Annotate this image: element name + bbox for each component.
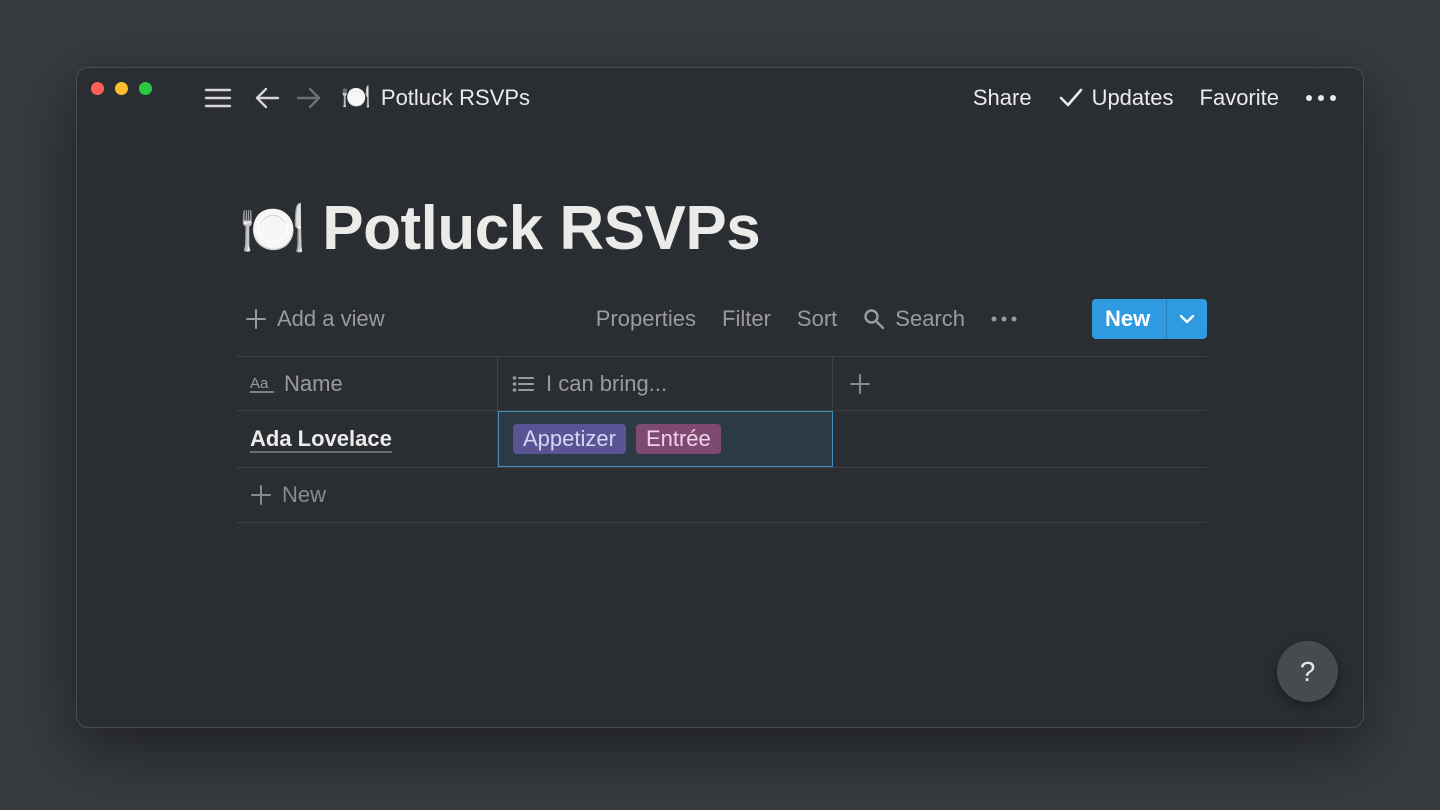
topbar-right: Share Updates Favorite xyxy=(947,82,1337,114)
page-emoji-icon[interactable]: 🍽️ xyxy=(239,202,306,256)
column-header-label: Name xyxy=(284,370,343,396)
column-header-label: I can bring... xyxy=(546,370,668,396)
check-icon xyxy=(1059,88,1082,107)
filter-button[interactable]: Filter xyxy=(722,306,771,332)
toolbar-more-button[interactable] xyxy=(991,312,1017,326)
column-header-name[interactable]: Aa Name xyxy=(236,357,498,410)
properties-button[interactable]: Properties xyxy=(596,306,696,332)
breadcrumb-emoji-icon[interactable]: 🍽️ xyxy=(341,86,371,110)
help-button[interactable]: ? xyxy=(1277,641,1338,702)
text-type-icon: Aa xyxy=(250,375,274,393)
database-toolbar: Add a view Properties Filter Sort Search… xyxy=(237,298,1207,340)
svg-text:Aa: Aa xyxy=(250,375,269,392)
new-button-group: New xyxy=(1092,299,1207,339)
topbar-left: 🍽️ Potluck RSVPs xyxy=(203,82,530,114)
search-label: Search xyxy=(895,306,965,331)
tag-appetizer: Appetizer xyxy=(513,424,626,454)
sort-button[interactable]: Sort xyxy=(797,306,837,332)
add-column-button[interactable] xyxy=(833,357,1206,410)
updates-label: Updates xyxy=(1091,85,1174,110)
app-window: 🍽️ Potluck RSVPs Share Updates Favorite … xyxy=(76,67,1364,728)
page-header: 🍽️ Potluck RSVPs xyxy=(239,193,761,264)
name-cell[interactable]: Ada Lovelace xyxy=(236,411,498,467)
add-view-button[interactable]: Add a view xyxy=(245,306,385,332)
plus-icon xyxy=(251,485,271,505)
add-row-label: New xyxy=(282,482,327,507)
table-header-row: Aa Name I can bring... xyxy=(236,356,1206,411)
new-button-dropdown[interactable] xyxy=(1167,310,1207,328)
help-question-icon: ? xyxy=(1299,655,1316,687)
plus-icon xyxy=(246,309,266,329)
favorite-button[interactable]: Favorite xyxy=(1200,85,1279,111)
search-button[interactable]: Search xyxy=(863,306,965,332)
more-options-icon xyxy=(991,316,1017,322)
toolbar-tools: Properties Filter Sort Search xyxy=(570,306,1017,332)
page-title[interactable]: Potluck RSVPs xyxy=(322,193,760,264)
add-view-label: Add a view xyxy=(277,306,385,331)
row-name[interactable]: Ada Lovelace xyxy=(250,426,392,452)
search-icon xyxy=(864,309,885,330)
updates-button[interactable]: Updates xyxy=(1058,85,1174,111)
empty-cell[interactable] xyxy=(833,411,1206,467)
topbar: 🍽️ Potluck RSVPs Share Updates Favorite xyxy=(77,68,1363,128)
plus-icon xyxy=(850,373,870,394)
list-icon xyxy=(512,375,534,392)
column-header-i-can-bring[interactable]: I can bring... xyxy=(498,357,833,410)
new-button[interactable]: New xyxy=(1092,306,1166,332)
database-table: Aa Name I can bring... Ada Lovelace Appe… xyxy=(236,356,1206,523)
share-button[interactable]: Share xyxy=(973,85,1032,111)
more-options-icon[interactable] xyxy=(1305,88,1337,108)
back-arrow-icon[interactable] xyxy=(253,84,281,112)
add-row-button[interactable]: New xyxy=(236,468,1206,523)
forward-arrow-icon[interactable] xyxy=(295,84,323,112)
table-row: Ada Lovelace Appetizer Entrée xyxy=(236,411,1206,468)
chevron-down-icon xyxy=(1179,314,1195,324)
tag-entree: Entrée xyxy=(635,424,721,454)
menu-icon[interactable] xyxy=(203,83,233,113)
breadcrumb-title[interactable]: Potluck RSVPs xyxy=(381,85,530,111)
i-can-bring-cell[interactable]: Appetizer Entrée xyxy=(498,411,833,467)
